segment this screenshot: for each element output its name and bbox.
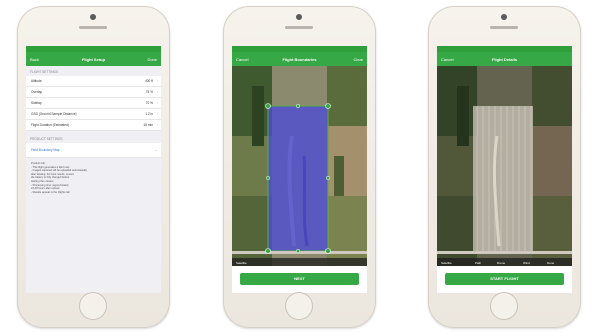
speaker-grille	[490, 26, 518, 29]
next-button[interactable]: NEXT	[240, 273, 359, 285]
camera-icon	[90, 14, 96, 20]
flight-details-screen: Cancel Flight Details Satellite Path Dro…	[437, 46, 572, 293]
satellite-map-image	[437, 66, 572, 266]
chevron-right-icon: ›	[156, 90, 158, 94]
chevron-right-icon: ›	[156, 123, 158, 127]
satellite-toggle[interactable]: Satellite	[441, 261, 452, 265]
row-label: Sidelap	[31, 101, 42, 105]
flight-area	[473, 106, 533, 251]
speaker-grille	[79, 26, 107, 29]
row-label: Altitude	[31, 79, 42, 83]
phone-frame-3: Cancel Flight Details Satellite Path Dro…	[428, 6, 581, 328]
nav-bar: Back Flight Setup Done	[26, 52, 161, 66]
path-tool[interactable]: Path	[475, 261, 481, 265]
clear-button[interactable]: Clear	[353, 57, 363, 62]
row-value: 70 %	[145, 101, 153, 105]
midpoint-handle	[295, 103, 301, 109]
flight-setup-screen: Back Flight Setup Done FLIGHT SETTINGS A…	[26, 46, 161, 293]
vertex-handle	[265, 248, 271, 254]
section-header-product-settings: PRODUCT SETTINGS	[26, 131, 161, 143]
camera-icon	[501, 14, 507, 20]
map-toolbar: Satellite Path Drone Wind Done	[437, 258, 572, 266]
row-value: 1.2 in	[145, 112, 153, 116]
product-link-row[interactable]: Field Boundary Map ⌄	[26, 143, 161, 158]
bottom-bar: NEXT	[232, 266, 367, 293]
row-label: Overlap	[31, 90, 43, 94]
satellite-map[interactable]	[232, 66, 367, 266]
drone-tool[interactable]: Drone	[497, 261, 505, 265]
row-value: 75 %	[145, 90, 153, 94]
chevron-right-icon: ›	[156, 101, 158, 105]
product-notes: Product Info: - This flight generates a …	[26, 158, 161, 293]
vertex-handle	[265, 103, 271, 109]
vertex-handle	[325, 103, 331, 109]
speaker-grille	[285, 26, 313, 29]
phone-frame-1: Back Flight Setup Done FLIGHT SETTINGS A…	[17, 6, 170, 328]
satellite-map-image	[232, 66, 367, 266]
nav-title: Flight Setup	[81, 57, 106, 62]
section-header-flight-settings: FLIGHT SETTINGS	[26, 66, 161, 76]
home-button[interactable]	[490, 292, 518, 320]
phone-frame-2: Cancel Flight Boundaries Clear Satellite…	[223, 6, 376, 328]
chevron-down-icon: ⌄	[155, 148, 158, 152]
vertex-handle	[325, 248, 331, 254]
row-value: 400 ft	[145, 79, 153, 83]
midpoint-handle	[295, 248, 301, 254]
satellite-map[interactable]	[437, 66, 572, 266]
settings-row-altitude[interactable]: Altitude 400 ft ›	[26, 76, 161, 87]
settings-row-overlap[interactable]: Overlap 75 % ›	[26, 87, 161, 98]
settings-row-sidelap[interactable]: Sidelap 70 % ›	[26, 98, 161, 109]
bottom-bar: START FLIGHT	[437, 266, 572, 293]
flight-boundaries-screen: Cancel Flight Boundaries Clear Satellite…	[232, 46, 367, 293]
chevron-right-icon: ›	[156, 79, 158, 83]
settings-row-duration[interactable]: Flight Duration (Estimated) 18 min ›	[26, 120, 161, 131]
nav-title: Flight Boundaries	[282, 57, 317, 62]
nav-title: Flight Details	[491, 57, 518, 62]
midpoint-handle	[265, 175, 271, 181]
row-value: 18 min	[143, 123, 153, 127]
row-label: Flight Duration (Estimated)	[31, 123, 69, 127]
done-button[interactable]: Done	[147, 57, 157, 62]
row-label: GSD (Ground Sample Distance)	[31, 112, 77, 116]
nav-bar: Cancel Flight Details	[437, 52, 572, 66]
boundary-polygon	[267, 105, 329, 252]
done-tool[interactable]: Done	[547, 261, 554, 265]
chevron-right-icon: ›	[156, 112, 158, 116]
home-button[interactable]	[79, 292, 107, 320]
midpoint-handle	[325, 175, 331, 181]
nav-bar: Cancel Flight Boundaries Clear	[232, 52, 367, 66]
start-flight-button[interactable]: START FLIGHT	[445, 273, 564, 285]
product-link[interactable]: Field Boundary Map	[31, 148, 60, 152]
wind-tool[interactable]: Wind	[523, 261, 530, 265]
camera-icon	[296, 14, 302, 20]
satellite-toggle[interactable]: Satellite	[236, 261, 247, 265]
settings-row-gsd[interactable]: GSD (Ground Sample Distance) 1.2 in ›	[26, 109, 161, 120]
notes-line: - Results appear in the Flights tab	[31, 190, 70, 194]
home-button[interactable]	[285, 292, 313, 320]
map-toolbar: Satellite	[232, 258, 367, 266]
